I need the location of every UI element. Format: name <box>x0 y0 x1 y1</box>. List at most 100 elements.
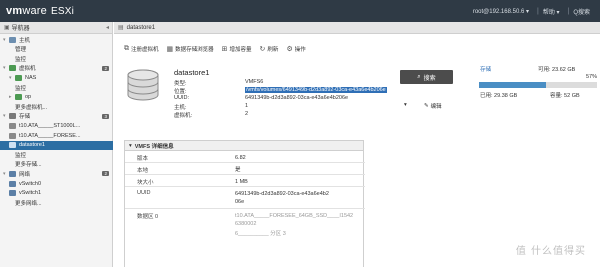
dropdown-button[interactable]: ▾ <box>404 102 407 108</box>
datastore-tab-icon: ▤ <box>118 25 124 31</box>
edit-icon: ✎ <box>424 103 429 109</box>
nav-item-label: datastore1 <box>19 142 45 149</box>
gear-icon: ⚙ <box>286 46 293 53</box>
nav-item[interactable]: 更多虚拟机... <box>0 102 113 111</box>
logo-ware: ware <box>22 5 47 17</box>
vmfs-row: UUID 6491349b-d2d3a892-03ca-e43a6e4b206e <box>125 187 365 209</box>
nav-item[interactable]: 监控 <box>0 83 113 92</box>
type-key: 类型: <box>174 81 187 87</box>
nav-item[interactable]: ▾ 网络 2 <box>0 169 113 178</box>
chevron-down-icon: ▾ <box>129 142 132 149</box>
nav-item-label: NAS <box>25 74 37 81</box>
search-icon: ⌕ <box>417 73 421 80</box>
nav-item-label: 存储 <box>19 114 31 121</box>
nav-item[interactable]: t10.ATA_____ST1000L... <box>0 121 113 130</box>
capacity-fill <box>479 82 547 88</box>
navigator-title: 导航器 <box>11 26 30 32</box>
main-header: ▤ datastore1 <box>114 22 600 34</box>
vm-icon <box>15 74 22 81</box>
nav-item-label: 网络 <box>19 171 31 178</box>
refresh-icon: ↻ <box>259 46 266 53</box>
vmfs-row: 版本 6.82 <box>125 151 365 163</box>
vmfs-row: 数据区 0 t10.ATA_____FORESEE_64GB_SSD____I1… <box>125 209 365 239</box>
nav-item-label: op <box>25 94 32 101</box>
row-key: 本地 <box>137 168 149 174</box>
row-value[interactable]: t10.ATA_____FORESEE_64GB_SSD____I1542638… <box>235 212 355 228</box>
count-badge: 2 <box>102 171 109 177</box>
location-value[interactable]: /vmfs/volumes/6491349b-d2d3a892-03ca-e43… <box>245 87 387 93</box>
row-key: 版本 <box>137 156 149 162</box>
vmware-logo: vmware ESXi <box>6 5 74 17</box>
location-key: 位置: <box>174 89 187 95</box>
chevron-down-icon: ▾ <box>404 102 407 108</box>
main-panel: ▤ datastore1 ⧉ 注册虚拟机 ▦ 数据存储浏览器 ⊞ 增加容量 ↻ 刷新 ⚙… <box>114 22 600 267</box>
toolbar: ⧉ 注册虚拟机 ▦ 数据存储浏览器 ⊞ 增加容量 ↻ 刷新 ⚙ 操作 <box>124 45 306 53</box>
register-vm-icon: ⧉ <box>124 45 129 52</box>
row-value: 6.82 <box>235 155 246 161</box>
nav-item[interactable]: ▾ 主机 <box>0 35 113 44</box>
type-value: VMFS6 <box>245 79 264 85</box>
navigator-icon: ▣ <box>4 25 10 31</box>
nav-item-label: 管理 <box>15 47 27 54</box>
logo-product: ESXi <box>50 6 75 17</box>
row-key: 数据区 0 <box>137 214 159 220</box>
help-menu[interactable]: 帮助 ▾ <box>543 7 560 16</box>
disk-icon <box>9 132 16 139</box>
switch-icon <box>9 180 16 187</box>
edit-button[interactable]: ✎ 编辑 <box>424 102 442 110</box>
nav-item-label: 更多存储... <box>15 162 42 169</box>
uuid-key: UUID: <box>174 95 189 101</box>
search-box[interactable]: Q搜索 <box>573 7 590 16</box>
navigator-panel: ▣ 导航器 ◂ ▾ 主机 管理 监控 ▾ 虚拟机 2 ▾ NAS 监控 ▸ op 更多虚拟机... ▾ 存储… <box>0 22 113 267</box>
nav-item[interactable]: 管理 <box>0 45 113 54</box>
uuid-value: 6491349b-d2d3a892-03ca-e43a6e4b206e <box>245 95 349 101</box>
nav-item[interactable]: ▾ NAS <box>0 73 113 82</box>
nav-item[interactable]: ▾ 虚拟机 2 <box>0 64 113 73</box>
nav-item-label: 监控 <box>15 85 27 92</box>
nav-item-label: t10.ATA_____FORESE... <box>19 132 81 139</box>
edit-label: 编辑 <box>430 104 442 110</box>
nav-item-label: 更多虚拟机... <box>15 104 48 111</box>
vmfs-details-header[interactable]: ▾ VMFS 详细信息 <box>125 141 363 151</box>
nav-item[interactable]: t10.ATA_____FORESE... <box>0 131 113 140</box>
host-icon <box>9 36 16 43</box>
storage-icon <box>9 113 16 120</box>
total-label: 容量: 52 GB <box>550 93 580 99</box>
row-value-2: 6__________ 分区 3 <box>235 231 286 237</box>
vms-key: 虚拟机: <box>174 113 193 119</box>
disk-icon <box>9 122 16 129</box>
search-button[interactable]: ⌕ 搜索 <box>400 70 453 84</box>
datastore-name: datastore1 <box>174 68 210 77</box>
nav-item[interactable]: 更多网络... <box>0 198 113 207</box>
nav-item-label: vSwitch0 <box>19 180 42 187</box>
increase-capacity-button[interactable]: ⊞ 增加容量 <box>222 45 252 53</box>
nav-item[interactable]: vSwitch0 <box>0 179 113 188</box>
vmfs-row: 本地 是 <box>125 163 365 175</box>
tool-label: 操作 <box>294 47 306 53</box>
nav-item[interactable]: vSwitch1 <box>0 189 113 198</box>
actions-button[interactable]: ⚙ 操作 <box>286 45 305 53</box>
refresh-button[interactable]: ↻ 刷新 <box>260 45 279 53</box>
separator: | <box>536 7 539 15</box>
collapse-icon[interactable]: ◂ <box>106 24 109 31</box>
used-percent: 57% <box>586 74 598 80</box>
row-value: 6491349b-d2d3a892-03ca-e43a6e4b206e <box>235 191 329 205</box>
nav-item[interactable]: ▸ op <box>0 93 113 102</box>
register-vm-button[interactable]: ⧉ 注册虚拟机 <box>124 45 159 53</box>
nav-item-label: t10.ATA_____ST1000L... <box>19 122 81 129</box>
nav-item[interactable]: 监控 <box>0 150 113 159</box>
datastore-browser-button[interactable]: ▦ 数据存储浏览器 <box>167 45 214 53</box>
count-badge: 2 <box>102 65 109 71</box>
free-label: 可用: 23.62 GB <box>538 67 576 73</box>
nav-item-label: 监控 <box>15 56 27 63</box>
nav-item[interactable]: 监控 <box>0 54 113 63</box>
nav-item[interactable]: datastore1 <box>0 140 113 150</box>
nav-item-label: 虚拟机 <box>19 66 36 73</box>
tool-label: 刷新 <box>267 47 279 53</box>
user-menu[interactable]: root@192.168.50.6 ▾ <box>473 8 529 15</box>
capacity-bar <box>479 82 597 88</box>
nav-item[interactable]: ▾ 存储 3 <box>0 112 113 121</box>
nav-item[interactable]: 更多存储... <box>0 160 113 169</box>
vm-icon <box>9 65 16 72</box>
row-value: 是 <box>235 167 241 173</box>
